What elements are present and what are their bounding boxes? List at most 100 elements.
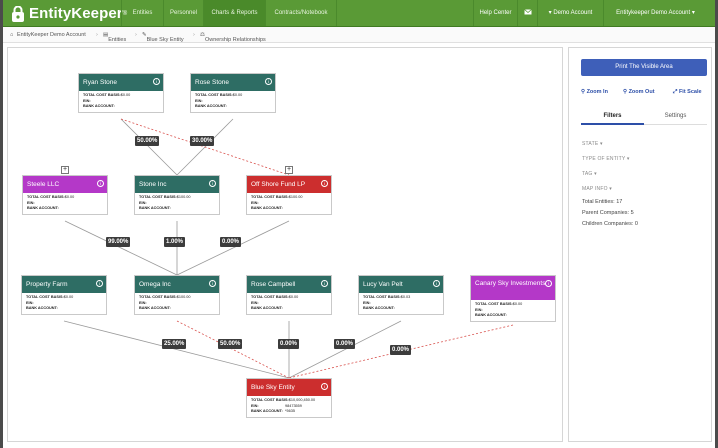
expand-parents-button[interactable]: + — [61, 166, 69, 174]
zoom-in-icon: ⚲ — [581, 89, 586, 95]
zoom-out-button[interactable]: ⚲ Zoom Out — [623, 89, 655, 95]
zoom-out-label: Zoom Out — [628, 89, 655, 95]
breadcrumb-blue-sky[interactable]: ✎ Blue Sky Entity — [142, 32, 184, 43]
nav-entities[interactable]: Entities — [121, 0, 163, 26]
field-label: BANK ACCOUNT: — [139, 206, 171, 210]
nav-help-center[interactable]: Help Center — [473, 0, 517, 26]
info-icon[interactable]: i — [209, 180, 216, 187]
entity-card-title[interactable]: Canary Sky Investments i — [471, 276, 555, 300]
breadcrumb-separator: › — [135, 32, 137, 38]
entity-card-title[interactable]: Property Farm i — [22, 276, 106, 293]
entity-card-omega-inc[interactable]: Omega Inc i TOTAL COST BASIS:$100.00 EIN: BA… — [134, 275, 220, 315]
field-value: 98473559 — [285, 403, 302, 408]
entity-name: Steele LLC — [27, 181, 60, 188]
entity-field-bank: BANK ACCOUNT: — [22, 306, 106, 312]
ownership-chart-canvas[interactable]: Ryan Stone i TOTAL COST BASIS:$0.00 EIN: BAN… — [7, 47, 563, 442]
info-icon[interactable]: i — [265, 78, 272, 85]
entity-name: Rose Stone — [195, 79, 229, 86]
entity-card-lucy-van-pelt[interactable]: Lucy Van Pelt i TOTAL COST BASIS:$0.03 EIN:… — [358, 275, 444, 315]
breadcrumb-entities-label: Entities — [108, 37, 127, 43]
filter-state[interactable]: STATE ▾ — [582, 141, 603, 147]
info-icon[interactable]: i — [96, 280, 103, 287]
entity-card-property-farm[interactable]: Property Farm i TOTAL COST BASIS:$0.00 EIN:… — [21, 275, 107, 315]
info-icon[interactable]: i — [97, 180, 104, 187]
filter-map-info[interactable]: MAP INFO ▾ — [582, 186, 612, 192]
entity-name: Off Shore Fund LP — [251, 181, 306, 188]
field-value: $0.00 — [63, 295, 74, 299]
field-value: $0.00 — [232, 93, 243, 97]
info-icon[interactable]: i — [321, 383, 328, 390]
entity-name: Omega Inc — [139, 281, 171, 288]
breadcrumb-account[interactable]: EntityKeeper Demo Account — [17, 32, 86, 38]
print-visible-area-button[interactable]: Print The Visible Area — [581, 59, 707, 76]
filter-tag[interactable]: TAG ▾ — [582, 171, 597, 177]
nav-contracts-notebook[interactable]: Contracts/Notebook — [265, 0, 337, 26]
envelope-icon[interactable] — [517, 0, 537, 26]
parent-companies: Parent Companies: 5 — [582, 210, 634, 216]
entity-card-title[interactable]: Stone Inc i — [135, 176, 219, 193]
field-value: $0.00 — [288, 295, 299, 299]
info-icon[interactable]: i — [321, 280, 328, 287]
side-panel: Print The Visible Area ⚲ Zoom In ⚲ Zoom … — [568, 47, 712, 442]
field-label: BANK ACCOUNT: — [195, 104, 227, 108]
info-icon[interactable]: i — [433, 280, 440, 287]
entity-card-title[interactable]: Off Shore Fund LP i — [247, 176, 331, 193]
ownership-percentage-label: 30.00% — [190, 136, 215, 146]
entity-card-off-shore-fund-lp[interactable]: Off Shore Fund LP i TOTAL COST BASIS:$100.… — [246, 175, 332, 215]
logo[interactable]: EntityKeeper ® — [11, 4, 127, 23]
info-icon[interactable]: i — [209, 280, 216, 287]
entity-field-bank: BANK ACCOUNT: — [135, 206, 219, 212]
entity-card-title[interactable]: Blue Sky Entity i — [247, 379, 331, 396]
entity-card-title[interactable]: Steele LLC i — [23, 176, 107, 193]
entity-card-rose-campbell[interactable]: Rose Campbell i TOTAL COST BASIS:$0.00 EIN:… — [246, 275, 332, 315]
entity-card-title[interactable]: Rose Stone i — [191, 74, 275, 91]
entity-card-canary-sky-investments[interactable]: Canary Sky Investments i TOTAL COST BASIS:… — [470, 275, 556, 322]
ownership-percentage-label: 0.00% — [278, 339, 300, 349]
expand-icon: ⤢ — [673, 89, 678, 95]
breadcrumb-separator: › — [96, 32, 98, 38]
field-value: $100.00 — [176, 195, 191, 199]
breadcrumb-entities[interactable]: ▤ Entities — [103, 32, 126, 43]
entity-field-bank: BANK ACCOUNT: — [191, 104, 275, 110]
zoom-in-button[interactable]: ⚲ Zoom In — [581, 89, 608, 95]
entity-card-rose-stone[interactable]: Rose Stone i TOTAL COST BASIS:$0.00 EIN: BAN… — [190, 73, 276, 113]
entity-field-bank: BANK ACCOUNT: — [471, 313, 555, 319]
total-entities: Total Entities: 17 — [582, 199, 623, 205]
account-menu[interactable]: ▾ Demo Account — [537, 0, 603, 26]
nav-charts-reports[interactable]: Charts & Reports — [203, 0, 265, 26]
field-label: BANK ACCOUNT: — [251, 409, 283, 413]
info-icon[interactable]: i — [153, 78, 160, 85]
fit-scale-label: Fit Scale — [678, 89, 702, 95]
nav-personnel[interactable]: Personnel — [163, 0, 203, 26]
info-icon[interactable]: i — [545, 280, 552, 287]
field-value: $0.00 — [64, 195, 75, 199]
filter-type-of-entity[interactable]: TYPE OF ENTITY ▾ — [582, 156, 630, 162]
panel-tabs: Filters Settings — [581, 109, 707, 125]
field-label: BANK ACCOUNT: — [139, 306, 171, 310]
fit-scale-button[interactable]: ⤢ Fit Scale — [673, 89, 702, 96]
ownership-line — [63, 320, 290, 379]
field-label: BANK ACCOUNT: — [83, 104, 115, 108]
entity-card-title[interactable]: Lucy Van Pelt i — [359, 276, 443, 293]
ownership-percentage-label: 1.00% — [164, 237, 186, 247]
zoom-in-label: Zoom In — [586, 89, 608, 95]
tab-settings[interactable]: Settings — [644, 109, 707, 125]
ownership-percentage-label: 0.00% — [220, 237, 242, 247]
info-icon[interactable]: i — [321, 180, 328, 187]
entity-card-steele-llc[interactable]: Steele LLC i TOTAL COST BASIS:$0.00 EIN: BAN… — [22, 175, 108, 215]
tab-filters[interactable]: Filters — [581, 109, 644, 125]
account-org-name: Entitykeeper Demo Account — [616, 10, 691, 16]
entity-card-blue-sky-entity[interactable]: Blue Sky Entity i TOTAL COST BASIS:$10,000… — [246, 378, 332, 418]
entity-card-stone-inc[interactable]: Stone Inc i TOTAL COST BASIS:$100.00 EIN: BA… — [134, 175, 220, 215]
entity-card-ryan-stone[interactable]: Ryan Stone i TOTAL COST BASIS:$0.00 EIN: BAN… — [78, 73, 164, 113]
expand-parents-button[interactable]: + — [285, 166, 293, 174]
home-icon: ⌂ — [10, 32, 14, 38]
account-org-menu[interactable]: Entitykeeper Demo Account ▾ — [603, 0, 707, 26]
entity-name: Stone Inc — [139, 181, 167, 188]
field-label: BANK ACCOUNT: — [363, 306, 395, 310]
ownership-line — [120, 118, 178, 176]
entity-card-title[interactable]: Omega Inc i — [135, 276, 219, 293]
entity-name: Lucy Van Pelt — [363, 281, 403, 288]
entity-card-title[interactable]: Ryan Stone i — [79, 74, 163, 91]
entity-card-title[interactable]: Rose Campbell i — [247, 276, 331, 293]
